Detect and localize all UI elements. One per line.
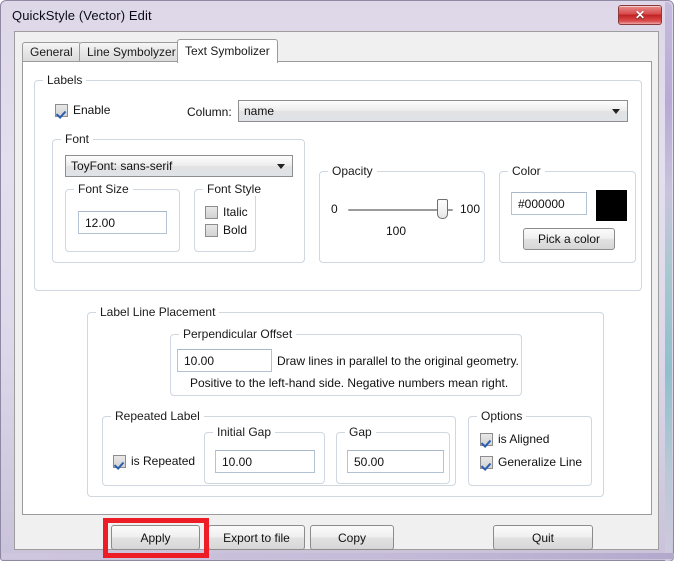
font-size-group: Font Size 12.00 [65, 182, 180, 252]
color-group: Color #000000 Pick a color [499, 164, 636, 263]
opacity-value-label: 100 [386, 224, 407, 238]
generalize-line-checkbox[interactable]: Generalize Line [480, 455, 582, 469]
close-icon: ✕ [634, 8, 646, 22]
font-style-group-title: Font Style [203, 182, 266, 196]
font-size-group-title: Font Size [74, 182, 133, 196]
font-family-select[interactable]: ToyFont: sans-serif [65, 155, 293, 177]
gap-group: Gap 50.00 [336, 425, 450, 484]
label-line-placement-title: Label Line Placement [96, 305, 220, 319]
window-frame-right-accent [665, 2, 672, 561]
font-size-input[interactable]: 12.00 [78, 211, 167, 234]
checkbox-icon [205, 205, 218, 219]
labels-group-title: Labels [43, 73, 87, 87]
checkbox-icon [480, 432, 493, 446]
column-select-value: name [244, 104, 275, 118]
enable-labels-label: Enable [73, 103, 111, 117]
color-swatch[interactable] [596, 190, 627, 221]
title-bar[interactable]: QuickStyle (Vector) Edit ✕ [2, 2, 674, 30]
is-repeated-checkbox[interactable]: is Repeated [113, 454, 195, 468]
is-aligned-label: is Aligned [498, 432, 550, 446]
color-hex-input[interactable]: #000000 [511, 192, 587, 215]
is-aligned-checkbox[interactable]: is Aligned [480, 432, 549, 446]
initial-gap-title: Initial Gap [213, 425, 276, 439]
font-group: Font ToyFont: sans-serif Font Size 12.00… [52, 132, 305, 263]
checkbox-icon [205, 223, 218, 237]
options-group: Options is Aligned Generalize Line [468, 409, 592, 486]
perpendicular-offset-input[interactable]: 10.00 [177, 349, 272, 372]
apply-button[interactable]: Apply [111, 525, 200, 550]
checkbox-icon [55, 103, 68, 117]
copy-button[interactable]: Copy [310, 525, 394, 550]
column-label: Column: [187, 105, 232, 119]
opacity-group-title: Opacity [328, 164, 377, 178]
initial-gap-group: Initial Gap 10.00 [204, 425, 325, 484]
offset-hint-line-2: Positive to the left-hand side. Negative… [190, 376, 509, 390]
pick-a-color-button[interactable]: Pick a color [523, 228, 615, 250]
enable-labels-checkbox[interactable]: Enable [55, 103, 110, 117]
close-button[interactable]: ✕ [618, 5, 662, 25]
tab-line-symbolyzer[interactable]: Line Symbolyzer [79, 42, 184, 62]
offset-hint-line-1: Draw lines in parallel to the original g… [277, 354, 519, 368]
opacity-slider-handle[interactable] [437, 199, 448, 219]
checkbox-icon [480, 455, 493, 469]
color-group-title: Color [508, 164, 545, 178]
quit-button[interactable]: Quit [493, 525, 593, 550]
italic-checkbox[interactable]: Italic [205, 205, 248, 219]
options-group-title: Options [477, 409, 527, 423]
window-title: QuickStyle (Vector) Edit [12, 8, 152, 23]
generalize-line-label: Generalize Line [498, 455, 583, 469]
initial-gap-input[interactable]: 10.00 [215, 450, 315, 473]
window-frame-bottom-accent [2, 553, 674, 559]
opacity-min-label: 0 [331, 202, 338, 216]
opacity-max-label: 100 [460, 202, 481, 216]
checkbox-icon [113, 454, 126, 468]
font-family-value: ToyFont: sans-serif [71, 159, 173, 173]
repeated-label-title: Repeated Label [111, 409, 204, 423]
window-frame: QuickStyle (Vector) Edit ✕ General Line … [0, 0, 674, 561]
opacity-group: Opacity 0 100 100 [319, 164, 485, 263]
tab-general[interactable]: General [22, 42, 81, 62]
bold-checkbox[interactable]: Bold [205, 223, 247, 237]
tab-page-text-symbolizer: Labels Enable Column: name Font ToyFont: [22, 61, 652, 515]
gap-input[interactable]: 50.00 [347, 450, 444, 473]
labels-group: Labels Enable Column: name Font ToyFont: [34, 73, 642, 291]
perpendicular-offset-group: Perpendicular Offset 10.00 Draw lines in… [170, 327, 522, 396]
is-repeated-label: is Repeated [131, 454, 196, 468]
tab-text-symbolizer[interactable]: Text Symbolizer [177, 39, 278, 63]
perpendicular-offset-title: Perpendicular Offset [179, 327, 297, 341]
font-style-group: Font Style Italic Bold [194, 182, 266, 252]
export-to-file-button[interactable]: Export to file [208, 525, 305, 550]
font-group-title: Font [61, 132, 94, 146]
label-line-placement-group: Label Line Placement Perpendicular Offse… [87, 305, 604, 497]
dialog-client-area: General Line Symbolyzer Text Symbolizer … [14, 31, 659, 558]
repeated-label-group: Repeated Label is Repeated Initial Gap 1… [102, 409, 456, 486]
bold-label: Bold [223, 223, 248, 237]
tab-strip: General Line Symbolyzer Text Symbolizer [22, 39, 652, 63]
column-select[interactable]: name [238, 100, 628, 122]
chevron-down-icon [277, 164, 285, 169]
gap-title: Gap [345, 425, 376, 439]
chevron-down-icon [612, 109, 620, 114]
italic-label: Italic [223, 205, 248, 219]
